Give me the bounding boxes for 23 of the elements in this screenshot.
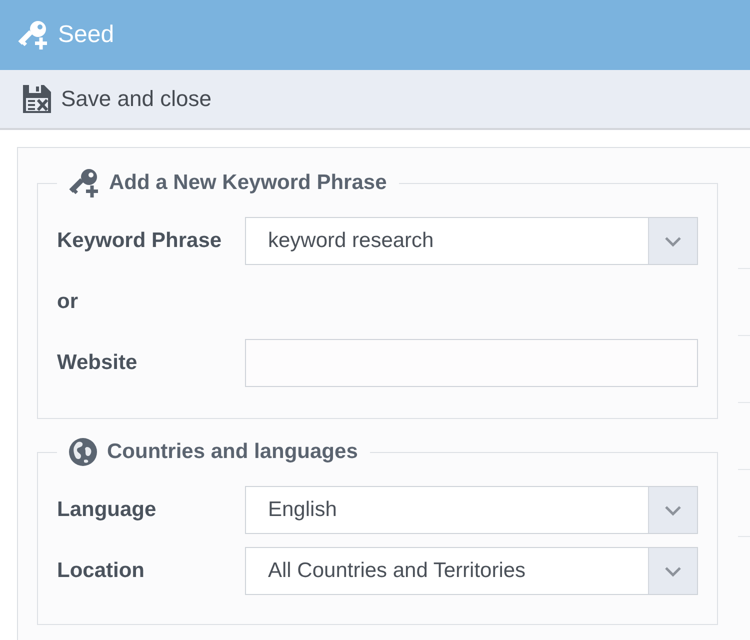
chevron-down-icon xyxy=(664,504,682,516)
field-label: Location xyxy=(57,559,144,583)
section-title: Countries and languages xyxy=(107,440,358,464)
key-plus-icon xyxy=(18,20,48,50)
dropdown-button[interactable] xyxy=(648,487,697,533)
section-title: Add a New Keyword Phrase xyxy=(109,171,387,195)
field-label: Language xyxy=(57,498,156,522)
globe-icon xyxy=(69,438,97,466)
window-title: Seed xyxy=(58,20,114,50)
field-label: Keyword Phrase xyxy=(57,229,222,253)
or-text: or xyxy=(57,290,78,314)
dropdown-field[interactable]: All Countries and Territories xyxy=(245,547,698,595)
dropdown-button[interactable] xyxy=(648,218,697,264)
save-and-close-button[interactable]: Save and close xyxy=(20,82,214,116)
key-plus-icon xyxy=(69,168,99,198)
chevron-down-icon xyxy=(664,236,682,246)
dropdown-field[interactable]: English xyxy=(245,486,698,534)
floppy-disk-x-icon xyxy=(22,84,52,114)
field-label: Website xyxy=(57,351,138,375)
chevron-down-icon xyxy=(664,566,682,576)
dropdown-field[interactable]: keyword research xyxy=(245,217,698,265)
input-field[interactable] xyxy=(245,339,698,387)
dropdown-button[interactable] xyxy=(648,548,697,594)
